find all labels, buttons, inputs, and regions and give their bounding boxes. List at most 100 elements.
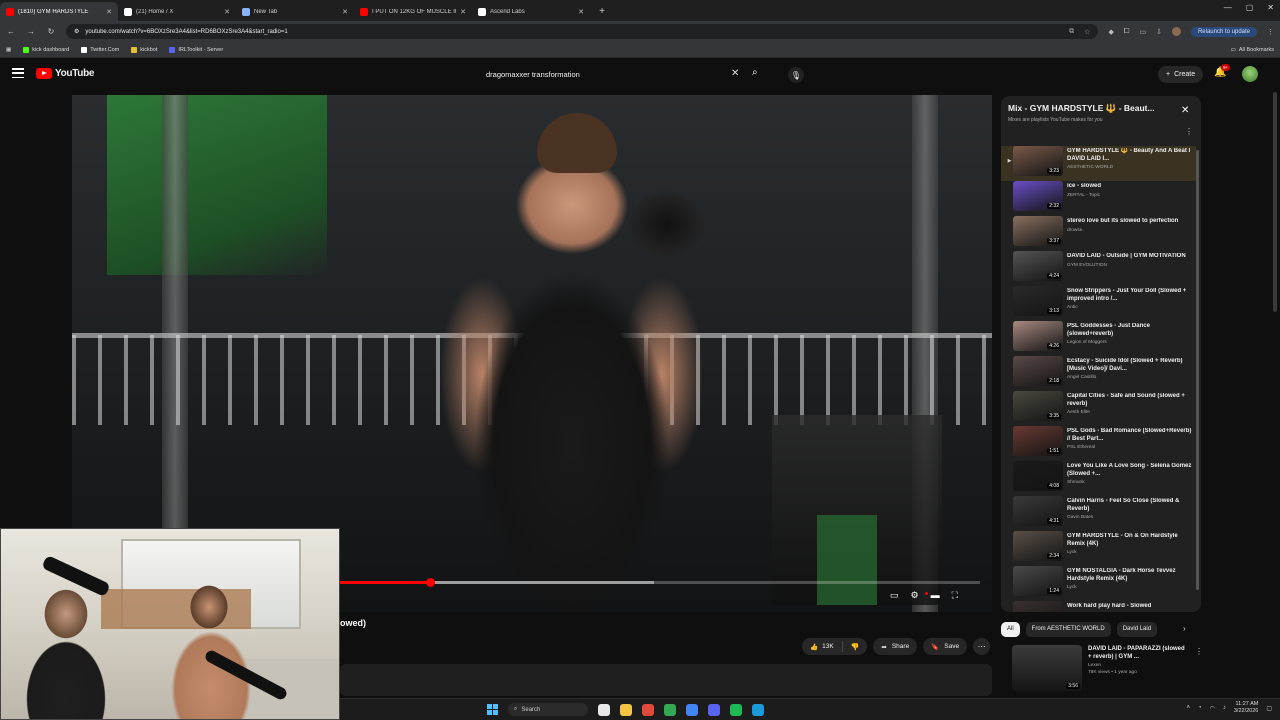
search-box[interactable]: dragomaxxer transformation ✕ ⌕ bbox=[476, 65, 776, 84]
filter-chip[interactable]: All bbox=[1001, 621, 1020, 637]
playlist-thumbnail[interactable]: 2:18 bbox=[1013, 356, 1063, 386]
video-progress-bar[interactable] bbox=[340, 578, 980, 587]
playlist-item-title[interactable]: PSL Gods - Bad Romance (Slowed+Reverb) /… bbox=[1067, 428, 1195, 443]
close-tab-icon[interactable]: ✕ bbox=[460, 8, 466, 16]
settings-gear-icon[interactable]: ⚙ bbox=[911, 590, 919, 601]
new-tab-button[interactable]: + bbox=[594, 3, 610, 19]
browser-tab[interactable]: Ascend Labs ✕ bbox=[472, 2, 590, 21]
close-tab-icon[interactable]: ✕ bbox=[224, 8, 230, 16]
bookmark-item[interactable]: Twitter.Com bbox=[81, 46, 119, 53]
taskbar-app-icon[interactable] bbox=[642, 703, 654, 716]
browser-tab[interactable]: (1810) GYM HARDSTYLE ✕ bbox=[0, 2, 118, 21]
bookmark-item[interactable]: kickbot bbox=[131, 46, 157, 53]
browser-tab[interactable]: New Tab ✕ bbox=[236, 2, 354, 21]
playlist-item-title[interactable]: Ecstacy - Suicide Idol (Slowed + Reverb)… bbox=[1067, 358, 1195, 373]
description-box[interactable] bbox=[340, 664, 992, 696]
playlist-thumbnail[interactable]: 1:51 bbox=[1013, 426, 1063, 456]
playlist-item-title[interactable]: PSL Goddesses - Just Dance (slowed+rever… bbox=[1067, 323, 1195, 338]
list-item[interactable]: 3:35 Capital Cities - Safe and Sound (slo… bbox=[1001, 391, 1196, 426]
close-tab-icon[interactable]: ✕ bbox=[578, 8, 584, 16]
recommended-channel[interactable]: Lexen bbox=[1088, 663, 1188, 668]
playlist-thumbnail[interactable]: 1:24 bbox=[1013, 566, 1063, 596]
page-scrollbar[interactable] bbox=[1273, 92, 1277, 312]
list-item[interactable]: 3:37 stereo love but its slowed to perfec… bbox=[1001, 216, 1196, 251]
playlist-item-title[interactable]: stereo love but its slowed to perfection bbox=[1067, 218, 1195, 226]
playlist-thumbnail[interactable]: 2:34 bbox=[1013, 531, 1063, 561]
menu-icon[interactable] bbox=[12, 68, 24, 78]
playlist-thumbnail[interactable]: 3:13 bbox=[1013, 286, 1063, 316]
site-info-icon[interactable]: ⚙ bbox=[74, 28, 79, 35]
playlist-item-title[interactable]: ice - slowed bbox=[1067, 183, 1195, 191]
playlist-thumbnail[interactable]: 2:32 bbox=[1013, 181, 1063, 211]
relaunch-button[interactable]: Relaunch to update bbox=[1190, 26, 1257, 37]
wifi-icon[interactable]: ◠ bbox=[1210, 705, 1215, 712]
bookmark-star-icon[interactable]: ☆ bbox=[1084, 28, 1090, 36]
subtitles-icon[interactable]: ▭ bbox=[890, 590, 899, 601]
taskbar-app-icon[interactable] bbox=[708, 703, 720, 716]
forward-icon[interactable]: → bbox=[26, 27, 36, 36]
search-icon[interactable]: ⌕ bbox=[752, 67, 758, 78]
playlist-item-title[interactable]: Capital Cities - Safe and Sound (slowed … bbox=[1067, 393, 1195, 408]
profile-icon[interactable] bbox=[1171, 27, 1181, 36]
network-icon[interactable]: ◔ bbox=[1198, 705, 1202, 711]
chevron-right-icon[interactable]: › bbox=[1183, 624, 1186, 633]
recommended-more-icon[interactable]: ⋮ bbox=[1195, 647, 1203, 656]
like-button[interactable]: 👍 13K bbox=[802, 641, 843, 652]
browser-tab[interactable]: I PUT ON 12KG OF MUSCLE IN ✕ bbox=[354, 2, 472, 21]
minimize-icon[interactable]: — bbox=[1224, 3, 1232, 12]
extension-icon[interactable]: ◆ bbox=[1108, 28, 1113, 36]
download-icon[interactable]: ⇩ bbox=[1156, 28, 1162, 36]
playlist-item-title[interactable]: Love You Like A Love Song - Selena Gomez… bbox=[1067, 463, 1195, 478]
browser-tab[interactable]: (21) Home / X ✕ bbox=[118, 2, 236, 21]
tray-chevron-icon[interactable]: ˄ bbox=[1186, 705, 1190, 711]
close-window-icon[interactable]: ✕ bbox=[1267, 3, 1274, 12]
address-bar[interactable]: ⚙ youtube.com/watch?v=6BOXzSre3A4&list=R… bbox=[66, 24, 1099, 39]
back-icon[interactable]: ← bbox=[6, 27, 16, 36]
taskbar-search[interactable]: ⌕ Search bbox=[508, 703, 588, 716]
playlist-thumbnail[interactable]: 4:24 bbox=[1013, 251, 1063, 281]
playlist-item-title[interactable]: Snow Strippers - Just Your Doll (Slowed … bbox=[1067, 288, 1195, 303]
taskbar-app-icon[interactable] bbox=[730, 703, 742, 716]
taskbar-app-icon[interactable] bbox=[664, 703, 676, 716]
browser-menu-icon[interactable]: ⋮ bbox=[1267, 28, 1274, 36]
list-item[interactable]: 4:08 Love You Like A Love Song - Selena G… bbox=[1001, 461, 1196, 496]
clock[interactable]: 11:27 AM 3/22/2026 bbox=[1234, 701, 1258, 715]
filter-chip[interactable]: From AESTHETIC WORLD bbox=[1025, 621, 1111, 637]
create-button[interactable]: + Create bbox=[1158, 66, 1204, 83]
playlist-thumbnail[interactable]: 4:31 bbox=[1013, 496, 1063, 526]
recommended-title[interactable]: DAVID LAID - PAPARAZZI (slowed + reverb)… bbox=[1088, 645, 1188, 661]
share-button[interactable]: ➦ Share bbox=[873, 638, 918, 655]
playlist-item-title[interactable]: DAVID LAID - Outside | GYM MOTIVATION bbox=[1067, 253, 1195, 261]
theater-mode-icon[interactable]: ▬ bbox=[931, 590, 940, 601]
avatar[interactable] bbox=[1242, 66, 1258, 82]
list-item[interactable]: Work hard play hard - Slowed bbox=[1001, 601, 1196, 612]
playlist-item-title[interactable]: GYM HARDSTYLE 🔱 - Beauty And A Beat I DA… bbox=[1067, 148, 1195, 163]
windows-start-icon[interactable] bbox=[487, 704, 498, 715]
playlist-title[interactable]: Mix - GYM HARDSTYLE 🔱 - Beaut... bbox=[1008, 103, 1178, 114]
playlist-item-title[interactable]: GYM NOSTALGIA - Dark Horse Tevvez Hardst… bbox=[1067, 568, 1195, 583]
microphone-icon[interactable]: 🎙 bbox=[788, 67, 804, 83]
taskbar-app-icon[interactable] bbox=[686, 703, 698, 716]
playlist-item-title[interactable]: GYM HARDSTYLE - On & On Hardstyle Remix … bbox=[1067, 533, 1195, 548]
all-bookmarks[interactable]: ▭ All Bookmarks bbox=[1231, 47, 1274, 53]
recommended-video[interactable]: 3:56 DAVID LAID - PAPARAZZI (slowed + re… bbox=[1012, 645, 1203, 693]
puzzle-icon[interactable]: ⧠ bbox=[1124, 28, 1130, 36]
playlist-scroll-thumb[interactable] bbox=[1196, 150, 1199, 590]
list-item[interactable]: 4:24 DAVID LAID - Outside | GYM MOTIVATIO… bbox=[1001, 251, 1196, 286]
recommended-thumbnail[interactable]: 3:56 bbox=[1012, 645, 1082, 691]
close-playlist-icon[interactable]: ✕ bbox=[1181, 105, 1189, 116]
save-button[interactable]: 🔖 Save bbox=[923, 638, 968, 655]
list-item[interactable]: 4:31 Calvin Harris - Feel So Close (Slowe… bbox=[1001, 496, 1196, 531]
playlist-thumbnail[interactable]: 3:23 bbox=[1013, 146, 1063, 176]
youtube-logo[interactable]: YouTube bbox=[36, 68, 95, 79]
playlist-thumbnail[interactable]: 3:35 bbox=[1013, 391, 1063, 421]
list-item[interactable]: 2:34 GYM HARDSTYLE - On & On Hardstyle Re… bbox=[1001, 531, 1196, 566]
list-item[interactable]: ▶ 3:23 GYM HARDSTYLE 🔱 - Beauty And A Beat… bbox=[1001, 146, 1196, 181]
close-tab-icon[interactable]: ✕ bbox=[342, 8, 348, 16]
sidepanel-icon[interactable]: ▭ bbox=[1139, 28, 1146, 36]
playlist-thumbnail[interactable]: 3:37 bbox=[1013, 216, 1063, 246]
taskbar-app-icon[interactable] bbox=[620, 703, 632, 716]
list-item[interactable]: 1:51 PSL Gods - Bad Romance (Slowed+Rever… bbox=[1001, 426, 1196, 461]
playlist-item-title[interactable]: Calvin Harris - Feel So Close (Slowed & … bbox=[1067, 498, 1195, 513]
list-item[interactable]: 2:32 ice - slowed ZERTAL - Topic bbox=[1001, 181, 1196, 216]
